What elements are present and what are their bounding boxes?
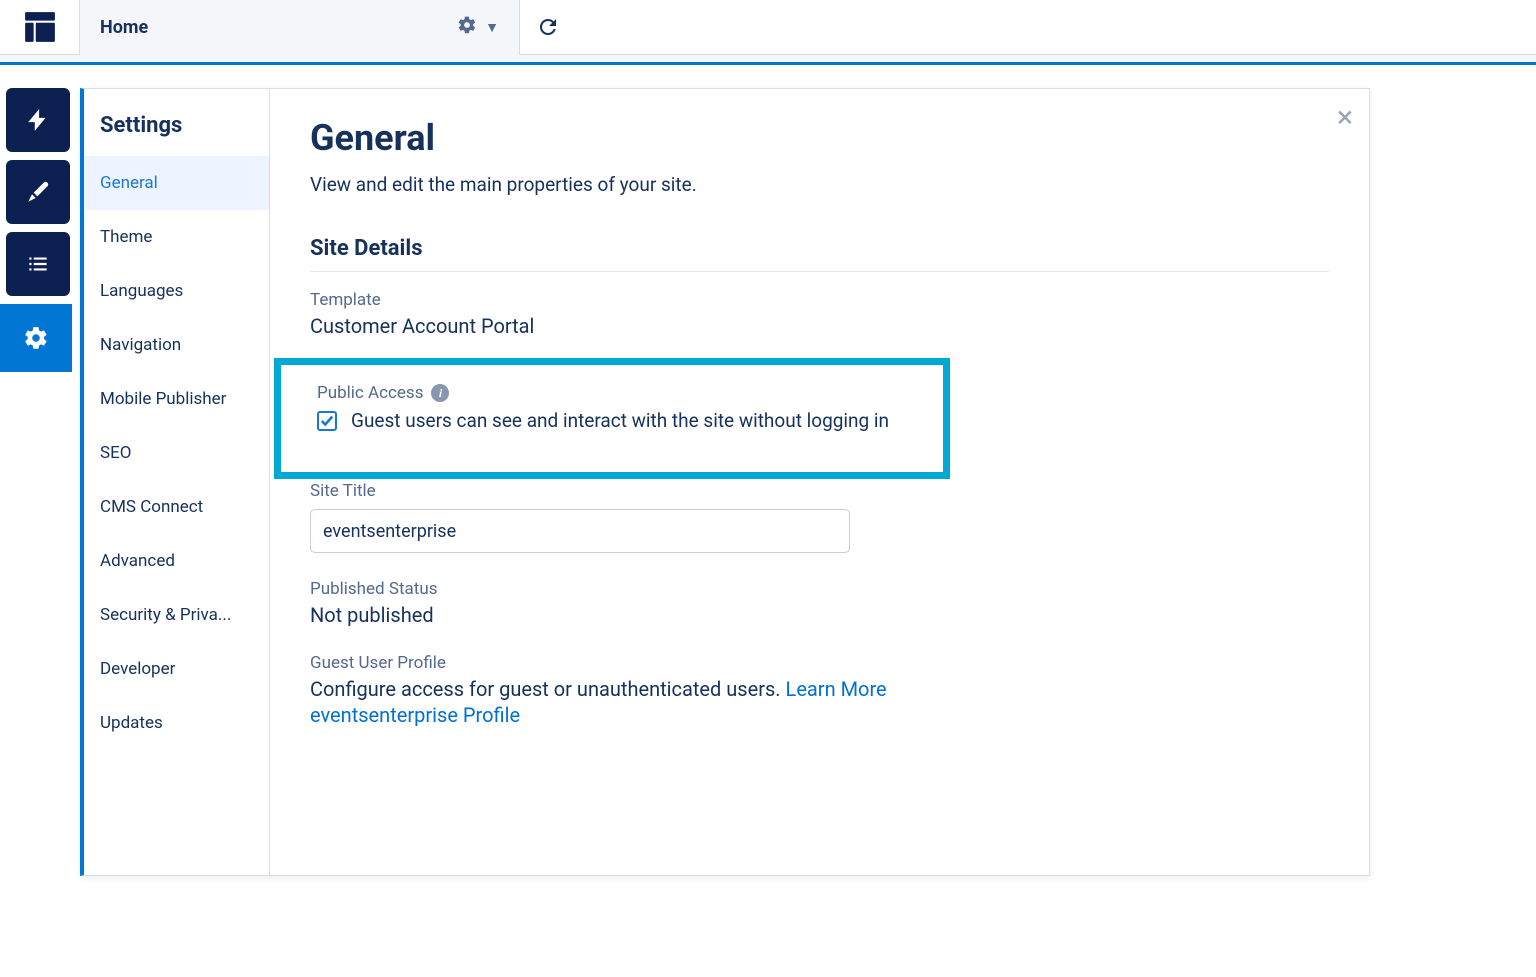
published-status-label: Published Status xyxy=(310,579,1329,599)
public-access-checkbox[interactable] xyxy=(317,411,337,431)
template-label: Template xyxy=(310,290,1329,310)
sidebar-item-general[interactable]: General xyxy=(84,156,269,210)
divider xyxy=(310,271,1329,272)
gear-icon[interactable] xyxy=(457,15,477,40)
public-access-label-text: Public Access xyxy=(317,383,423,403)
app-logo[interactable] xyxy=(0,0,80,55)
template-value: Customer Account Portal xyxy=(310,314,1329,338)
page-tab-title: Home xyxy=(100,17,148,38)
rail-btn-brush[interactable] xyxy=(6,160,70,224)
sidebar-item-seo[interactable]: SEO xyxy=(84,426,269,480)
site-title-label: Site Title xyxy=(310,481,1329,501)
rail-btn-settings[interactable] xyxy=(0,304,72,372)
sidebar-item-cms-connect[interactable]: CMS Connect xyxy=(84,480,269,534)
sidebar-item-developer[interactable]: Developer xyxy=(84,642,269,696)
learn-more-link[interactable]: Learn More xyxy=(786,677,887,701)
site-title-input[interactable] xyxy=(310,509,850,553)
page-description: View and edit the main properties of you… xyxy=(310,173,1329,196)
lightning-icon xyxy=(25,107,51,133)
public-access-checkbox-row[interactable]: Guest users can see and interact with th… xyxy=(317,409,933,432)
sidebar-item-security-priva-[interactable]: Security & Priva... xyxy=(84,588,269,642)
settings-sidebar: Settings GeneralThemeLanguagesNavigation… xyxy=(84,89,270,875)
gear-icon xyxy=(23,325,49,351)
page-tab-home[interactable]: Home ▼ xyxy=(80,0,520,55)
top-bar: Home ▼ xyxy=(0,0,1536,55)
sidebar-title: Settings xyxy=(84,89,269,156)
public-access-checkbox-label: Guest users can see and interact with th… xyxy=(351,409,889,432)
sidebar-item-languages[interactable]: Languages xyxy=(84,264,269,318)
accent-divider xyxy=(0,55,1536,65)
page-title: General xyxy=(310,117,1329,159)
info-icon[interactable]: i xyxy=(431,384,449,402)
sidebar-item-updates[interactable]: Updates xyxy=(84,696,269,750)
rail-btn-list[interactable] xyxy=(6,232,70,296)
refresh-icon xyxy=(536,15,560,39)
guest-profile-desc: Configure access for guest or unauthenti… xyxy=(310,677,786,701)
list-icon xyxy=(25,251,51,277)
rail-btn-lightning[interactable] xyxy=(6,88,70,152)
sidebar-item-theme[interactable]: Theme xyxy=(84,210,269,264)
public-access-label: Public Access i xyxy=(317,383,933,403)
guest-user-profile-label: Guest User Profile xyxy=(310,653,1329,673)
tool-rail xyxy=(0,88,80,876)
sidebar-item-mobile-publisher[interactable]: Mobile Publisher xyxy=(84,372,269,426)
settings-content: × General View and edit the main propert… xyxy=(270,89,1369,875)
check-icon xyxy=(320,414,334,428)
guest-profile-text: Configure access for guest or unauthenti… xyxy=(310,677,1329,701)
section-title-site-details: Site Details xyxy=(310,236,1329,261)
chevron-down-icon[interactable]: ▼ xyxy=(485,19,499,36)
settings-panel: Settings GeneralThemeLanguagesNavigation… xyxy=(80,88,1370,876)
guest-profile-link[interactable]: eventsenterprise Profile xyxy=(310,703,520,727)
published-status-value: Not published xyxy=(310,603,1329,627)
layout-icon xyxy=(23,10,57,44)
sidebar-item-advanced[interactable]: Advanced xyxy=(84,534,269,588)
refresh-button[interactable] xyxy=(520,0,575,55)
sidebar-item-navigation[interactable]: Navigation xyxy=(84,318,269,372)
close-icon[interactable]: × xyxy=(1337,103,1353,133)
brush-icon xyxy=(25,179,51,205)
